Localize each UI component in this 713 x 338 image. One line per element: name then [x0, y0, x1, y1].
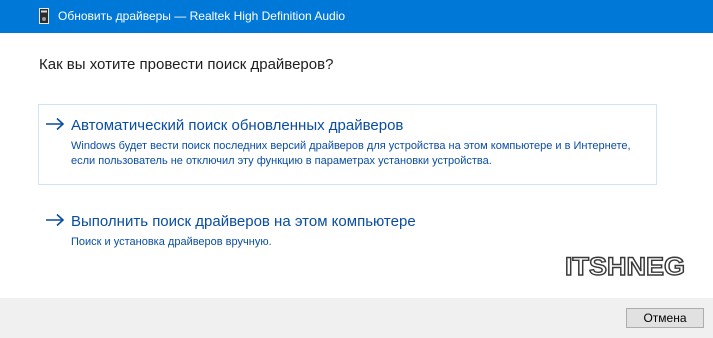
browse-computer-description: Поиск и установка драйверов вручную.	[71, 236, 272, 248]
svg-text:ITSHNEG: ITSHNEG	[565, 253, 685, 278]
auto-search-title: Автоматический поиск обновленных драйвер…	[71, 117, 404, 134]
browse-computer-option[interactable]: Выполнить поиск драйверов на этом компью…	[38, 200, 657, 260]
device-manager-icon	[39, 8, 49, 24]
window-title: Обновить драйверы — Realtek High Definit…	[58, 9, 346, 23]
arrow-right-icon	[46, 213, 65, 227]
arrow-right-icon	[46, 117, 65, 131]
auto-search-option[interactable]: Автоматический поиск обновленных драйвер…	[38, 104, 657, 185]
itshneg-watermark-logo: ITSHNEG	[564, 252, 685, 278]
title-bar: Обновить драйверы — Realtek High Definit…	[0, 0, 713, 33]
cancel-button[interactable]: Отмена	[626, 308, 704, 328]
page-heading: Как вы хотите провести поиск драйверов?	[39, 56, 334, 73]
dialog-footer	[0, 298, 713, 338]
auto-search-description: Windows будет вести поиск последних верс…	[71, 140, 631, 167]
browse-computer-title: Выполнить поиск драйверов на этом компью…	[71, 213, 416, 230]
